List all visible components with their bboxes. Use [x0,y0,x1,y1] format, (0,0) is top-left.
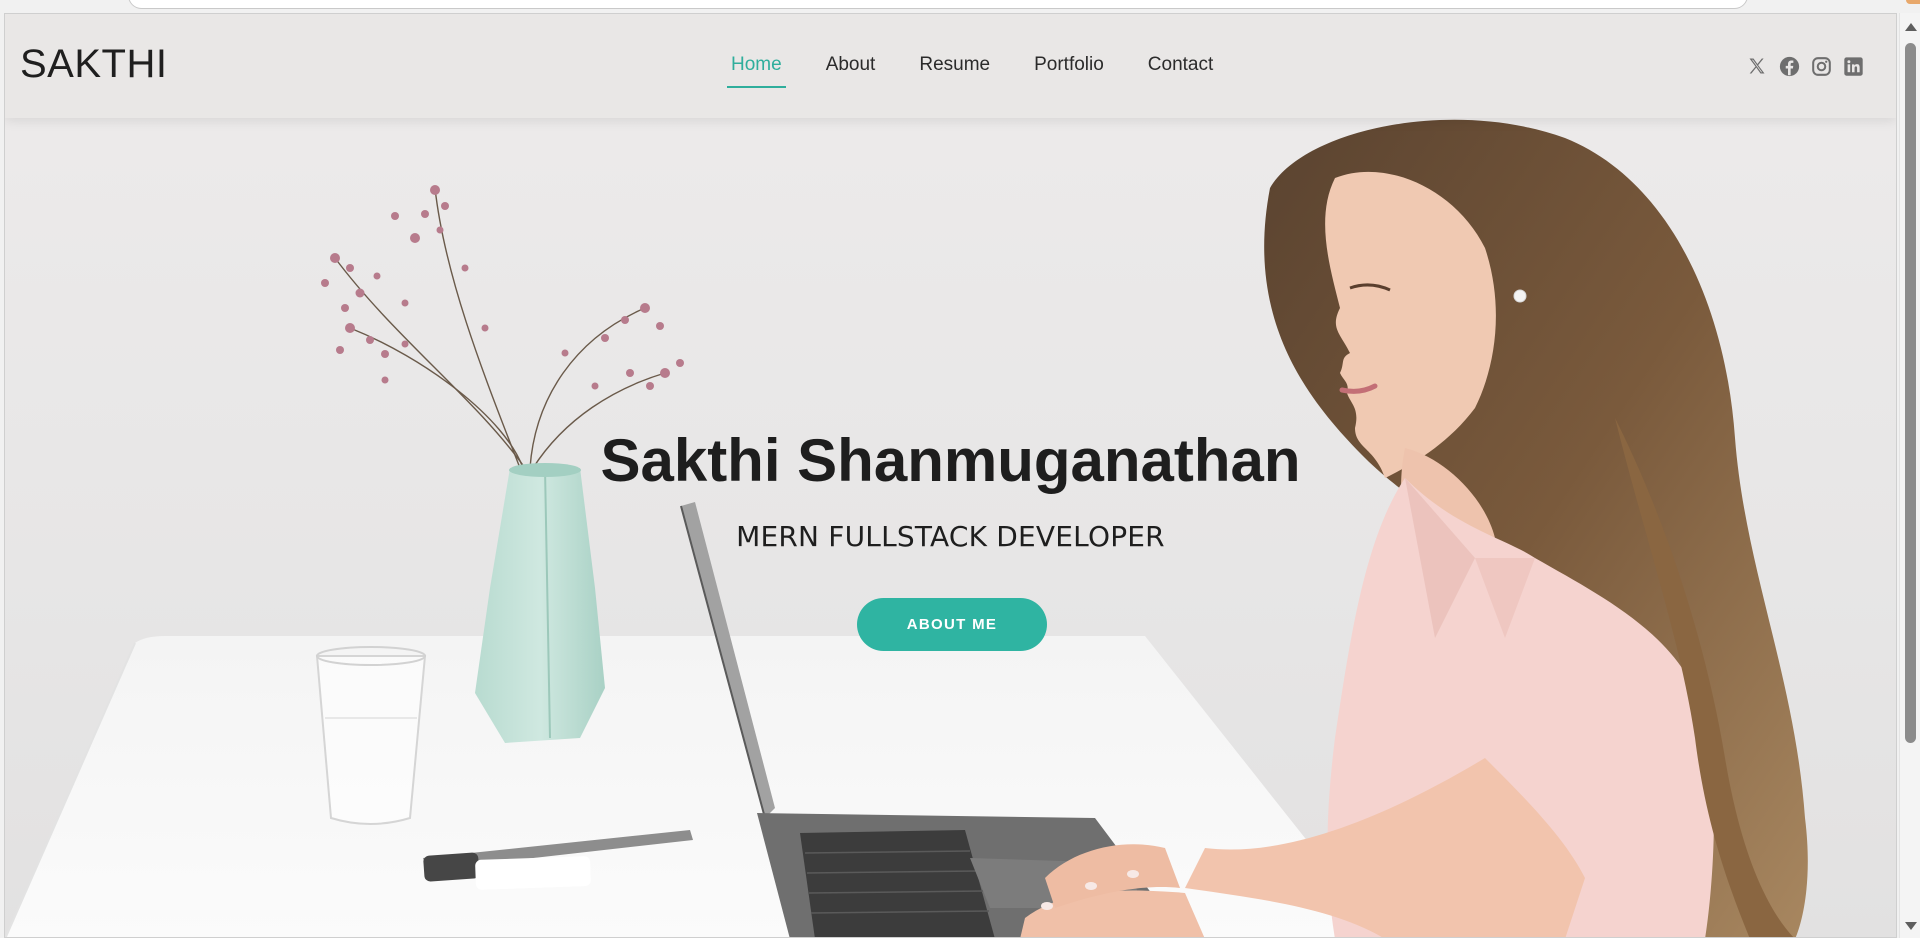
hero-subtitle: MERN FULLSTACK DEVELOPER [736,520,1165,553]
scroll-up-arrow-icon[interactable] [1905,23,1917,31]
scrollbar-thumb[interactable] [1905,43,1916,743]
site-header: SAKTHI Home About Resume Portfolio Conta… [5,14,1896,118]
about-me-button[interactable]: ABOUT ME [857,598,1047,651]
address-bar-edge [128,0,1748,9]
page-scrollbar[interactable] [1899,13,1920,938]
main-nav: Home About Resume Portfolio Contact [727,54,1215,88]
facebook-icon[interactable] [1778,55,1800,77]
water-glass [315,646,427,825]
browser-corner-indicator [1906,0,1920,4]
site-logo[interactable]: SAKTHI [20,42,167,87]
linkedin-icon[interactable] [1842,55,1864,77]
hero-section: Sakthi Shanmuganathan MERN FULLSTACK DEV… [5,118,1896,937]
nav-resume[interactable]: Resume [917,54,992,76]
vase [475,468,605,743]
flower-clusters [321,185,684,390]
nav-portfolio[interactable]: Portfolio [1032,54,1106,76]
instagram-icon[interactable] [1810,55,1832,77]
scroll-down-arrow-icon[interactable] [1905,922,1917,930]
nav-about[interactable]: About [824,54,878,76]
x-twitter-icon[interactable] [1746,55,1768,77]
hero-title: Sakthi Shanmuganathan [600,427,1301,494]
social-links [1746,55,1864,77]
nav-contact[interactable]: Contact [1146,54,1215,76]
page-viewport: SAKTHI Home About Resume Portfolio Conta… [4,13,1897,938]
nav-home[interactable]: Home [727,54,786,88]
